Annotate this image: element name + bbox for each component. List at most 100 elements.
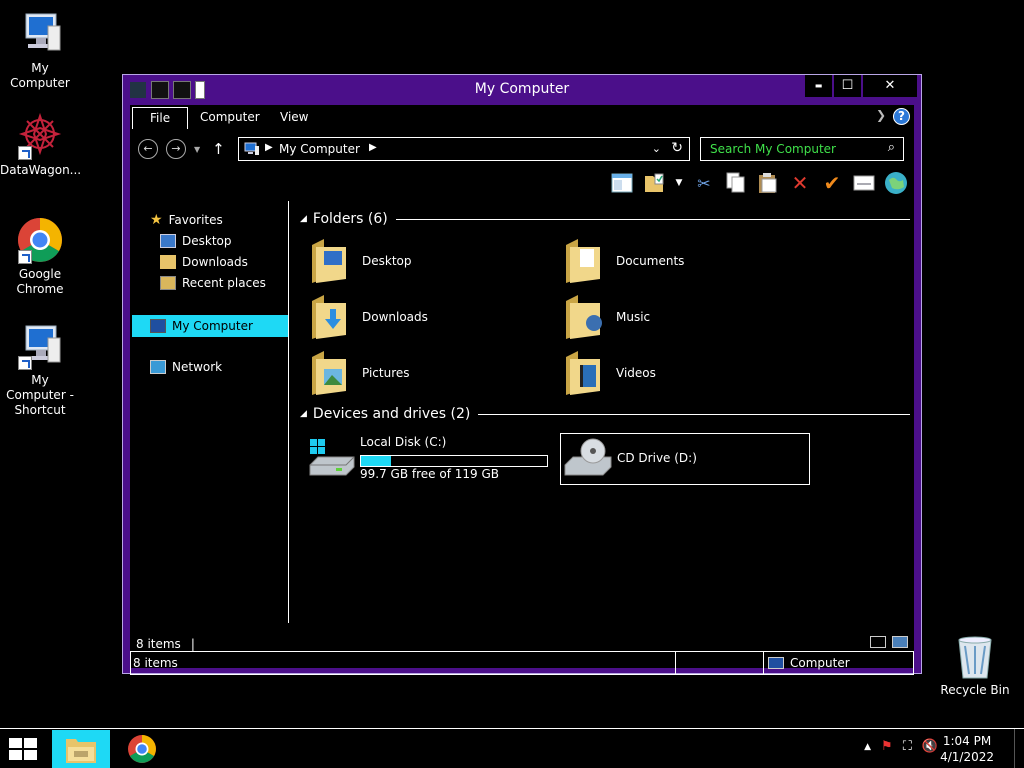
computer-icon bbox=[150, 319, 166, 333]
folder-documents[interactable]: Documents bbox=[564, 235, 804, 287]
command-toolbar: ▼ ✂ ✕ ✔ bbox=[610, 171, 908, 195]
folder-music[interactable]: Music bbox=[564, 291, 804, 343]
refresh-icon[interactable]: ↻ bbox=[671, 140, 683, 156]
window-body: File Computer View ❯ ? ← → ▼ ↑ ▶ My Comp… bbox=[130, 105, 914, 675]
folder-icon bbox=[566, 351, 600, 395]
drive-local-disk-c[interactable]: Local Disk (C:) 99.7 GB free of 119 GB bbox=[308, 433, 552, 485]
folder-downloads[interactable]: Downloads bbox=[310, 291, 550, 343]
close-button[interactable]: ✕ bbox=[863, 75, 917, 97]
forward-button[interactable]: → bbox=[166, 139, 186, 159]
windows-start-icon[interactable] bbox=[8, 737, 38, 761]
help-icon[interactable]: ? bbox=[893, 108, 910, 125]
title-bar[interactable]: My Computer ▬ ☐ ✕ bbox=[123, 75, 921, 105]
network-icon bbox=[150, 360, 166, 374]
address-dropdown-icon[interactable]: ⌄ bbox=[652, 142, 661, 155]
volume-muted-icon[interactable]: 🔇 bbox=[922, 739, 938, 754]
email-icon[interactable] bbox=[852, 171, 876, 195]
tab-file[interactable]: File bbox=[132, 107, 189, 129]
folder-pictures[interactable]: Pictures bbox=[310, 347, 550, 399]
show-hidden-icons-icon[interactable]: ▲ bbox=[864, 742, 871, 752]
group-title: Folders (6) bbox=[312, 211, 388, 227]
show-desktop-button[interactable] bbox=[1014, 729, 1024, 768]
drive-name: Local Disk (C:) bbox=[360, 435, 447, 449]
group-title: Devices and drives (2) bbox=[312, 406, 471, 422]
action-center-flag-icon[interactable]: ⚑ bbox=[881, 739, 893, 754]
details-view-icon[interactable] bbox=[870, 636, 886, 648]
network-globe-icon[interactable] bbox=[884, 171, 908, 195]
breadcrumb-my-computer[interactable]: My Computer bbox=[279, 142, 360, 156]
nav-network[interactable]: Network bbox=[150, 358, 222, 376]
desktop-icon-google-chrome[interactable]: Google Chrome bbox=[0, 216, 80, 297]
desktop-icon-recycle-bin[interactable]: Recycle Bin bbox=[935, 632, 1015, 698]
breadcrumb-separator-icon[interactable]: ▶ bbox=[265, 142, 273, 153]
status-location-label: Computer bbox=[790, 656, 850, 670]
folder-label: Music bbox=[616, 310, 651, 324]
rename-check-icon[interactable]: ✔ bbox=[820, 171, 844, 195]
status-location: Computer bbox=[764, 652, 913, 674]
search-icon[interactable]: ⌕ bbox=[888, 140, 895, 155]
desktop-icon-my-computer-shortcut[interactable]: My Computer - Shortcut bbox=[0, 322, 80, 418]
nav-label: Network bbox=[172, 360, 223, 374]
breadcrumb-separator-icon[interactable]: ▶ bbox=[369, 142, 377, 153]
properties-folder-icon[interactable] bbox=[642, 171, 666, 195]
drives-group-header[interactable]: ◢ Devices and drives (2) bbox=[300, 406, 910, 422]
nav-recent-places[interactable]: Recent places bbox=[160, 274, 266, 292]
desktop-icon-label: My Computer bbox=[10, 61, 70, 90]
clock[interactable]: 1:04 PM 4/1/2022 bbox=[940, 733, 994, 765]
nav-label: Favorites bbox=[168, 213, 223, 227]
ribbon-expand-icon[interactable]: ❯ bbox=[876, 108, 886, 122]
large-icons-view-icon[interactable] bbox=[892, 636, 908, 648]
tab-computer[interactable]: Computer bbox=[188, 107, 272, 129]
nav-desktop[interactable]: Desktop bbox=[160, 232, 232, 250]
content-pane: ◢ Folders (6) Desktop Documents Download… bbox=[292, 201, 914, 623]
desktop-icon-my-computer[interactable]: My Computer bbox=[0, 10, 80, 91]
computer-icon bbox=[244, 142, 259, 155]
computer-icon bbox=[16, 10, 64, 58]
taskbar-file-explorer[interactable] bbox=[52, 730, 110, 768]
shortcut-arrow-icon bbox=[18, 250, 32, 264]
status-items: 8 items bbox=[131, 652, 676, 674]
back-button[interactable]: ← bbox=[138, 139, 158, 159]
copy-icon[interactable] bbox=[724, 171, 748, 195]
group-divider bbox=[395, 218, 910, 220]
minimize-button[interactable]: ▬ bbox=[805, 75, 832, 97]
collapse-arrow-icon[interactable]: ◢ bbox=[300, 409, 307, 419]
taskbar-chrome-icon[interactable] bbox=[124, 734, 160, 764]
preview-pane-icon[interactable] bbox=[610, 171, 634, 195]
network-status-icon[interactable]: ⛶ bbox=[903, 739, 912, 754]
group-divider bbox=[478, 413, 910, 415]
drive-usage-fill bbox=[361, 456, 391, 466]
nav-my-computer[interactable]: My Computer bbox=[132, 315, 288, 337]
nav-favorites[interactable]: ★ Favorites bbox=[150, 211, 223, 229]
window-title: My Computer bbox=[474, 81, 570, 97]
status-bar: 8 items Computer bbox=[130, 651, 914, 675]
desktop-icon-datawagon[interactable]: DataWagon... bbox=[0, 112, 82, 178]
up-button[interactable]: ↑ bbox=[212, 140, 225, 158]
folder-label: Pictures bbox=[362, 366, 410, 380]
desktop-icon-label: DataWagon... bbox=[0, 163, 82, 177]
delete-icon[interactable]: ✕ bbox=[788, 171, 812, 195]
status-blank bbox=[676, 652, 764, 674]
collapse-arrow-icon[interactable]: ◢ bbox=[300, 214, 307, 224]
dropdown-icon[interactable]: ▼ bbox=[674, 171, 684, 195]
search-box[interactable]: Search My Computer ⌕ bbox=[700, 137, 904, 161]
nav-downloads[interactable]: Downloads bbox=[160, 253, 248, 271]
maximize-button[interactable]: ☐ bbox=[834, 75, 861, 97]
folder-desktop[interactable]: Desktop bbox=[310, 235, 550, 287]
cut-icon[interactable]: ✂ bbox=[692, 171, 716, 195]
folder-icon bbox=[312, 295, 346, 339]
address-bar[interactable]: ▶ My Computer ▶ ⌄ ↻ bbox=[238, 137, 690, 161]
search-input[interactable]: Search My Computer bbox=[710, 142, 836, 156]
tab-view[interactable]: View bbox=[268, 107, 320, 129]
nav-buttons: ← → ▼ ↑ bbox=[138, 139, 225, 159]
datawagon-icon bbox=[16, 112, 64, 160]
drive-cd-d[interactable]: CD Drive (D:) bbox=[560, 433, 810, 485]
nav-label: Desktop bbox=[182, 234, 232, 248]
folders-group-header[interactable]: ◢ Folders (6) bbox=[300, 211, 910, 227]
desktop-icon-label: Google Chrome bbox=[16, 267, 64, 296]
shortcut-arrow-icon bbox=[18, 146, 32, 160]
recent-locations-icon[interactable]: ▼ bbox=[194, 145, 200, 154]
paste-icon[interactable] bbox=[756, 171, 780, 195]
folder-icon bbox=[312, 239, 346, 283]
folder-videos[interactable]: Videos bbox=[564, 347, 804, 399]
